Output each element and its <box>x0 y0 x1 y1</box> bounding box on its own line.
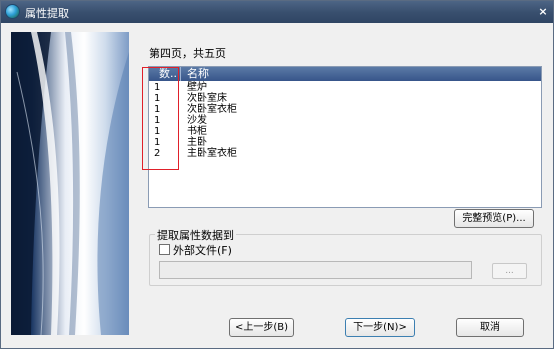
window-title: 属性提取 <box>25 7 69 20</box>
external-file-checkbox[interactable] <box>159 244 170 255</box>
list-item[interactable]: 1 主卧 <box>149 137 541 148</box>
external-file-path-input[interactable] <box>159 261 472 279</box>
item-name: 壁炉 <box>187 82 207 93</box>
next-button[interactable]: 下一步(N)> <box>345 318 415 337</box>
list-item[interactable]: 1 沙发 <box>149 115 541 126</box>
external-file-label[interactable]: 外部文件(F) <box>173 242 232 258</box>
browse-button[interactable]: ... <box>492 263 527 279</box>
list-item[interactable]: 1 次卧室衣柜 <box>149 104 541 115</box>
item-name: 沙发 <box>187 115 207 126</box>
column-header-name[interactable]: 名称 <box>182 67 209 81</box>
item-quantity: 1 <box>154 82 161 93</box>
cancel-button[interactable]: 取消 <box>456 318 524 337</box>
close-button[interactable]: × <box>535 4 551 19</box>
wizard-decoration-graphic <box>11 32 129 335</box>
item-name: 主卧 <box>187 137 207 148</box>
list-item[interactable]: 1 次卧室床 <box>149 93 541 104</box>
item-quantity: 1 <box>154 126 161 137</box>
list-item[interactable]: 1 壁炉 <box>149 82 541 93</box>
item-quantity: 1 <box>154 104 161 115</box>
attribute-list[interactable]: 数.. 名称 1 壁炉 1 次卧室床 1 次卧室衣柜 1 沙发 1 书柜 1 主… <box>148 66 542 208</box>
title-bar[interactable]: 属性提取 × <box>1 1 553 23</box>
item-name: 主卧室衣柜 <box>187 148 237 159</box>
list-item[interactable]: 2 主卧室衣柜 <box>149 148 541 159</box>
item-name: 次卧室衣柜 <box>187 104 237 115</box>
item-quantity: 1 <box>154 93 161 104</box>
item-quantity: 2 <box>154 148 161 159</box>
wizard-side-image <box>11 32 129 335</box>
page-indicator: 第四页，共五页 <box>149 47 226 60</box>
item-name: 书柜 <box>187 126 207 137</box>
column-header-quantity[interactable]: 数.. <box>149 67 181 81</box>
item-quantity: 1 <box>154 137 161 148</box>
list-item[interactable]: 1 书柜 <box>149 126 541 137</box>
item-name: 次卧室床 <box>187 93 227 104</box>
full-preview-button[interactable]: 完整预览(P)... <box>454 209 534 228</box>
back-button[interactable]: <上一步(B) <box>229 318 294 337</box>
extract-target-label: 提取属性数据到 <box>155 227 236 243</box>
list-rows: 1 壁炉 1 次卧室床 1 次卧室衣柜 1 沙发 1 书柜 1 主卧 2 主卧室… <box>149 82 541 159</box>
attribute-extraction-dialog: 属性提取 × 第四页，共五页 数.. 名称 1 壁炉 1 次卧室床 1 次卧室衣… <box>0 0 554 349</box>
item-quantity: 1 <box>154 115 161 126</box>
list-header: 数.. 名称 <box>149 67 541 81</box>
app-globe-icon <box>5 4 20 19</box>
